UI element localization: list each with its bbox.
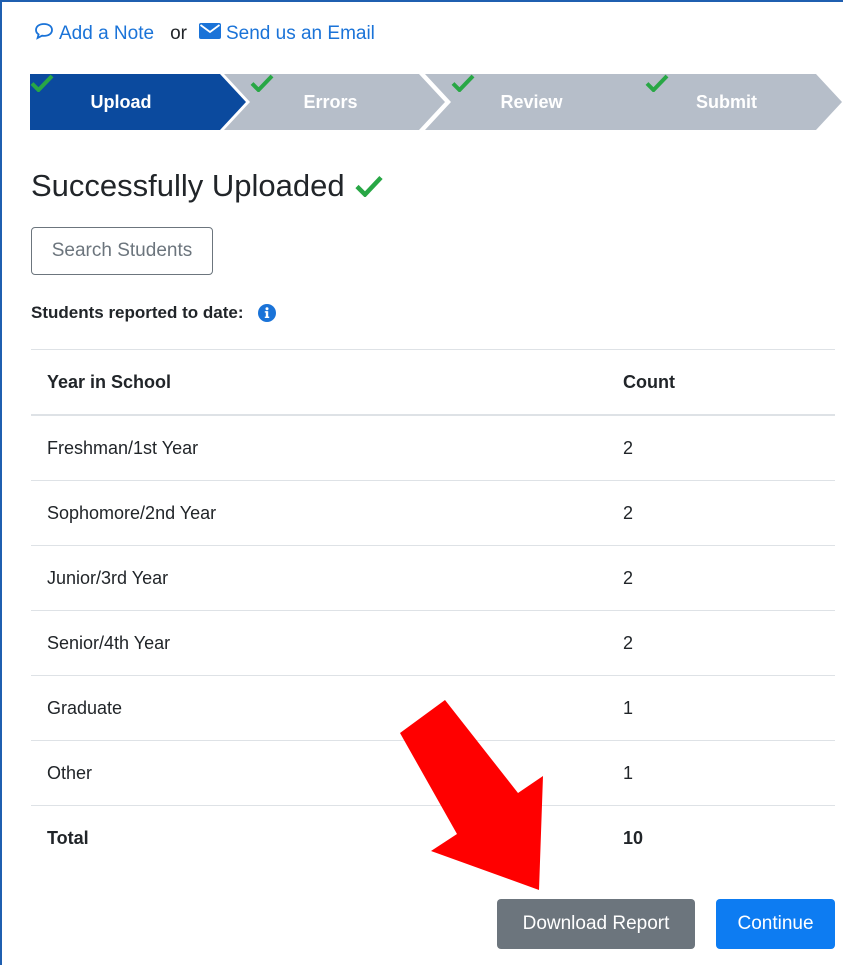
step-review[interactable]: Review [425,74,646,130]
search-students-button[interactable]: Search Students [31,227,213,275]
page-title: Successfully Uploaded [31,168,383,204]
check-icon [355,175,383,197]
table-row: Senior/4th Year 2 [31,610,835,676]
table-header-row: Year in School Count [31,349,835,416]
count-column-header: Count [607,349,835,416]
download-report-button[interactable]: Download Report [497,899,695,949]
page-title-text: Successfully Uploaded [31,168,345,203]
or-label: or [170,23,187,44]
count-cell: 2 [607,414,835,481]
count-cell: 2 [607,545,835,611]
count-cell: 1 [607,675,835,741]
info-circle-icon[interactable] [257,304,276,322]
speech-bubble-icon [34,22,59,46]
step-errors[interactable]: Errors [224,74,445,130]
step-upload[interactable]: Upload [30,74,246,130]
count-cell: 2 [607,480,835,546]
table-row: Sophomore/2nd Year 2 [31,480,835,546]
contact-bar: Add a Note or Send us an Email [34,22,375,46]
count-cell: 2 [607,610,835,676]
progress-stepper: Upload Errors Review Submit [30,74,842,130]
step-submit-label: Submit [696,91,757,112]
year-column-header: Year in School [31,349,607,416]
step-errors-label: Errors [303,91,358,112]
year-cell: Junior/3rd Year [31,545,607,611]
year-cell: Senior/4th Year [31,610,607,676]
send-email-label: Send us an Email [225,23,375,44]
continue-button[interactable]: Continue [716,899,835,949]
step-review-label: Review [500,91,563,112]
step-upload-label: Upload [90,91,152,112]
send-email-link[interactable]: Send us an Email [198,23,375,45]
students-reported-heading: Students reported to date: [31,301,276,325]
table-row: Freshman/1st Year 2 [31,414,835,481]
add-note-label: Add a Note [59,23,155,44]
envelope-icon [198,23,226,45]
year-cell: Sophomore/2nd Year [31,480,607,546]
add-note-link[interactable]: Add a Note [34,22,154,46]
count-cell: 1 [607,740,835,806]
year-cell: Freshman/1st Year [31,414,607,481]
step-submit[interactable]: Submit [619,74,842,130]
total-count: 10 [607,805,835,870]
students-reported-label: Students reported to date: [31,303,244,322]
table-row: Junior/3rd Year 2 [31,545,835,611]
annotation-arrow-icon [400,700,543,890]
